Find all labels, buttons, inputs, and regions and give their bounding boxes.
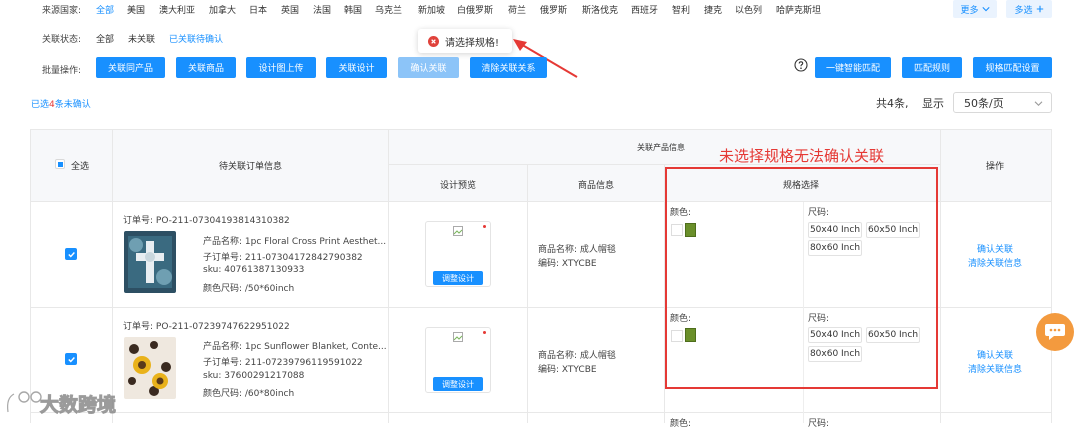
country-option[interactable]: 加拿大 — [209, 3, 236, 16]
close-circle-icon — [428, 35, 439, 47]
country-option[interactable]: 澳大利亚 — [159, 3, 195, 16]
color-size: 颜色尺码: /60*80inch — [203, 389, 295, 399]
confirm-link-button[interactable]: 确认关联 — [398, 57, 459, 78]
selection-prefix: 已选 — [31, 100, 50, 110]
annotation-text: 未选择规格无法确认关联 — [719, 147, 885, 165]
more-countries-button[interactable]: 更多 — [953, 0, 997, 18]
annotation-box — [665, 167, 938, 389]
col-ops-header: 操作 — [986, 162, 1005, 172]
adjust-design-button[interactable]: 调整设计 — [433, 271, 483, 285]
confirm-link-action[interactable]: 确认关联 — [977, 242, 1013, 255]
toast-message: 请选择规格! — [445, 37, 500, 49]
help-circle-icon[interactable] — [794, 58, 808, 72]
page-size-select[interactable]: 50条/页 — [953, 92, 1052, 113]
country-filter-label: 来源国家: — [42, 6, 82, 16]
link-same-product-button[interactable]: 关联同产品 — [96, 57, 165, 78]
status-unlinked[interactable]: 未关联 — [128, 32, 155, 45]
country-option[interactable]: 哈萨克斯坦 — [776, 3, 821, 16]
broken-image-icon — [453, 332, 463, 342]
country-option[interactable]: 全部 — [96, 3, 114, 16]
country-option[interactable]: 捷克 — [704, 3, 722, 16]
broken-image-icon — [453, 226, 463, 236]
sub-order-number: 子订单号: 211-07239796119591022 — [203, 358, 363, 368]
country-option[interactable]: 乌克兰 — [375, 3, 402, 16]
product-name: 产品名称: 1pc Sunflower Blanket, Conte... — [203, 342, 387, 352]
col-preview-header: 设计预览 — [440, 181, 477, 191]
watermark: 大数跨境 — [4, 388, 117, 418]
selection-summary: 已选4条未确认 — [31, 97, 91, 110]
link-goods-button[interactable]: 关联商品 — [176, 57, 236, 78]
col-related-header: 关联产品信息 — [637, 143, 685, 152]
order-number: 订单号: PO-211-07239747622951022 — [123, 322, 290, 332]
plus-icon — [1036, 5, 1043, 13]
color-size: 颜色尺码: /50*60inch — [203, 284, 295, 294]
watermark-text: 大数跨境 — [39, 393, 117, 416]
country-option[interactable]: 英国 — [281, 3, 299, 16]
clear-link-button[interactable]: 清除关联关系 — [470, 57, 547, 78]
product-thumbnail — [124, 337, 176, 399]
chevron-down-icon — [1034, 101, 1043, 107]
product-name: 产品名称: 1pc Floral Cross Print Aesthet... — [203, 237, 387, 247]
goods-name: 商品名称: 成人帽毯 — [538, 245, 616, 255]
chat-bubble-icon — [1045, 324, 1065, 340]
country-option[interactable]: 韩国 — [344, 3, 362, 16]
page-size-value: 50条/页 — [964, 96, 1004, 110]
select-all-label: 全选 — [71, 162, 90, 172]
country-option[interactable]: 荷兰 — [508, 3, 526, 16]
total-count: 共4条, — [876, 97, 909, 110]
sku: sku: 40761387130933 — [203, 265, 305, 275]
status-filter-label: 关联状态: — [42, 35, 82, 45]
spec-match-settings-button[interactable]: 规格匹配设置 — [973, 57, 1052, 78]
confirm-link-action[interactable]: 确认关联 — [977, 348, 1013, 361]
more-label: 更多 — [960, 5, 979, 16]
country-option[interactable]: 斯洛伐克 — [582, 3, 618, 16]
smart-match-button[interactable]: 一键智能匹配 — [815, 57, 891, 78]
status-all[interactable]: 全部 — [96, 32, 114, 45]
multi-select-button[interactable]: 多选 — [1006, 0, 1052, 18]
goods-code: 编码: XTYCBE — [538, 259, 597, 269]
col-order-header: 待关联订单信息 — [219, 162, 283, 172]
required-dot — [483, 225, 486, 228]
upload-design-button[interactable]: 设计图上传 — [246, 57, 316, 78]
link-design-button[interactable]: 关联设计 — [326, 57, 387, 78]
goods-name: 商品名称: 成人帽毯 — [538, 351, 616, 361]
order-number: 订单号: PO-211-07304193814310382 — [123, 216, 290, 226]
batch-label: 批量操作: — [42, 66, 82, 76]
country-option[interactable]: 新加坡 — [418, 3, 445, 16]
goods-code: 编码: XTYCBE — [538, 365, 597, 375]
chat-button[interactable] — [1036, 313, 1074, 351]
error-toast: 请选择规格! — [418, 29, 512, 53]
row-checkbox[interactable] — [65, 248, 77, 260]
row-checkbox[interactable] — [65, 353, 77, 365]
country-option[interactable]: 美国 — [127, 3, 145, 16]
country-option[interactable]: 俄罗斯 — [540, 3, 567, 16]
country-option[interactable]: 日本 — [249, 3, 267, 16]
check-icon — [67, 356, 75, 363]
chevron-down-icon — [981, 7, 990, 12]
product-thumbnail — [124, 231, 176, 293]
country-option[interactable]: 法国 — [313, 3, 331, 16]
clear-link-action[interactable]: 清除关联信息 — [968, 256, 1022, 269]
display-label: 显示 — [922, 97, 944, 110]
country-option[interactable]: 白俄罗斯 — [457, 3, 493, 16]
status-linked-pending[interactable]: 已关联待确认 — [169, 32, 223, 45]
sub-order-number: 子订单号: 211-07304172842790382 — [203, 253, 363, 263]
clear-link-action[interactable]: 清除关联信息 — [968, 362, 1022, 375]
multi-label: 多选 — [1014, 5, 1033, 16]
sku: sku: 37600291217088 — [203, 371, 305, 381]
select-all-checkbox[interactable] — [55, 159, 65, 169]
adjust-design-button[interactable]: 调整设计 — [433, 377, 483, 391]
selection-suffix: 条未确认 — [54, 100, 91, 110]
country-option[interactable]: 以色列 — [735, 3, 762, 16]
match-rules-button[interactable]: 匹配规则 — [902, 57, 962, 78]
required-dot — [483, 331, 486, 334]
col-product-header: 商品信息 — [578, 181, 615, 191]
indeterminate-mark — [57, 161, 63, 167]
country-option[interactable]: 西班牙 — [631, 3, 658, 16]
check-icon — [67, 251, 75, 258]
country-option[interactable]: 智利 — [672, 3, 690, 16]
